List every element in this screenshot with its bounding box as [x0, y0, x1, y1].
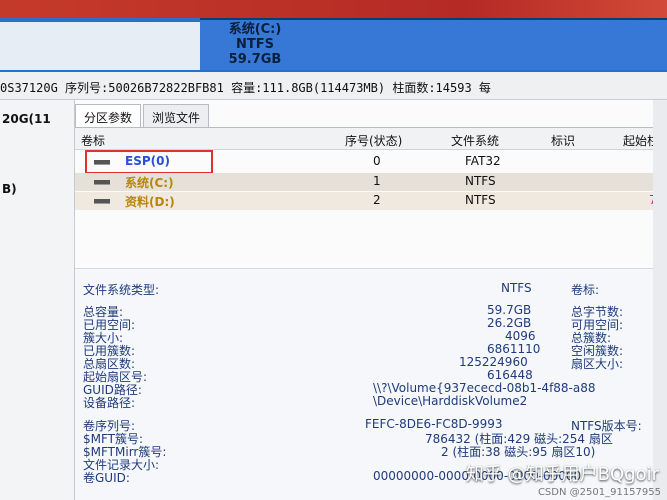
volume-label-label: 卷标: [571, 283, 600, 297]
disk-info-line: 0S37120G 序列号:50026B72822BFB81 容量:111.8GB… [0, 72, 667, 100]
fs-type-label: 文件系统类型: [83, 283, 160, 297]
header-fs[interactable]: 文件系统 [451, 132, 499, 149]
serial-value: FEFC-8DE6-FC8D-9993 [365, 417, 503, 431]
device-path-label: 设备路径: [83, 396, 136, 410]
tab-bar: 分区参数 浏览文件 [75, 104, 211, 128]
seq-cell: 1 [373, 174, 381, 188]
partition-panel: 分区参数 浏览文件 卷标 序号(状态) 文件系统 标识 起始柱 ESP(0) 0… [75, 100, 667, 500]
detail-value: 125224960 [459, 355, 528, 369]
header-flag[interactable]: 标识 [551, 132, 575, 149]
detail-value: 6861110 [487, 342, 541, 356]
partition-table-header: 卷标 序号(状态) 文件系统 标识 起始柱 [75, 128, 667, 150]
partition-name-cell: 资料(D:) [125, 195, 175, 209]
fs-cell: FAT32 [465, 154, 501, 168]
tab-partition-params[interactable]: 分区参数 [75, 104, 142, 128]
tab-browse-files[interactable]: 浏览文件 [143, 104, 210, 128]
table-row[interactable]: 资料(D:) 2 NTFS 78 [75, 192, 667, 210]
disk-partition-bar: 系统(C:) NTFS 59.7GB [0, 0, 667, 72]
device-path-value: \Device\HarddiskVolume2 [373, 394, 528, 408]
header-volume[interactable]: 卷标 [81, 132, 105, 149]
table-row[interactable]: 系统(C:) 1 NTFS [75, 173, 667, 191]
partition-name: 系统(C:) [228, 22, 282, 37]
disk-tree-item[interactable]: 20G(11 [2, 112, 51, 126]
partition-name-cell: 系统(C:) [125, 176, 174, 190]
fs-cell: NTFS [465, 193, 496, 207]
disk-icon [94, 199, 110, 204]
guid-path-value: \\?\Volume{937ececd-08b1-4f88-a88 [373, 381, 596, 395]
header-seq[interactable]: 序号(状态) [345, 132, 402, 149]
table-row[interactable]: ESP(0) 0 FAT32 [75, 153, 667, 171]
detail-value: 59.7GB [487, 303, 532, 317]
detail-value: 4096 [505, 329, 536, 343]
disk-bar-unallocated-area[interactable] [0, 22, 210, 70]
disk-icon [94, 180, 110, 185]
watermark-csdn: CSDN @2501_91157955 [537, 487, 661, 498]
partition-size: 59.7GB [228, 52, 282, 67]
disk-bar-top-strip [0, 0, 667, 18]
disk-icon [94, 160, 110, 165]
mftmirr-value: 2 (柱面:38 磁头:95 扇区10) [441, 445, 596, 459]
seq-cell: 2 [373, 193, 381, 207]
detail-value: 616448 [487, 368, 533, 382]
watermark-text: 知乎 @知乎用户BQgoir [465, 464, 659, 485]
partition-fs: NTFS [236, 37, 274, 52]
disk-tree-panel: 20G(11 B) [0, 100, 75, 500]
detail-value: 26.2GB [487, 316, 532, 330]
partition-block-label: 系统(C:) NTFS 59.7GB [210, 22, 300, 67]
detail-right-label: 扇区大小: [571, 357, 624, 371]
seq-cell: 0 [373, 154, 381, 168]
volume-guid-label: 卷GUID: [83, 471, 130, 485]
disk-tree-item[interactable]: B) [2, 182, 17, 196]
fs-cell: NTFS [465, 174, 496, 188]
fs-type-value: NTFS [501, 281, 532, 295]
vertical-scrollbar[interactable] [653, 100, 667, 500]
partition-name-cell: ESP(0) [125, 154, 170, 168]
